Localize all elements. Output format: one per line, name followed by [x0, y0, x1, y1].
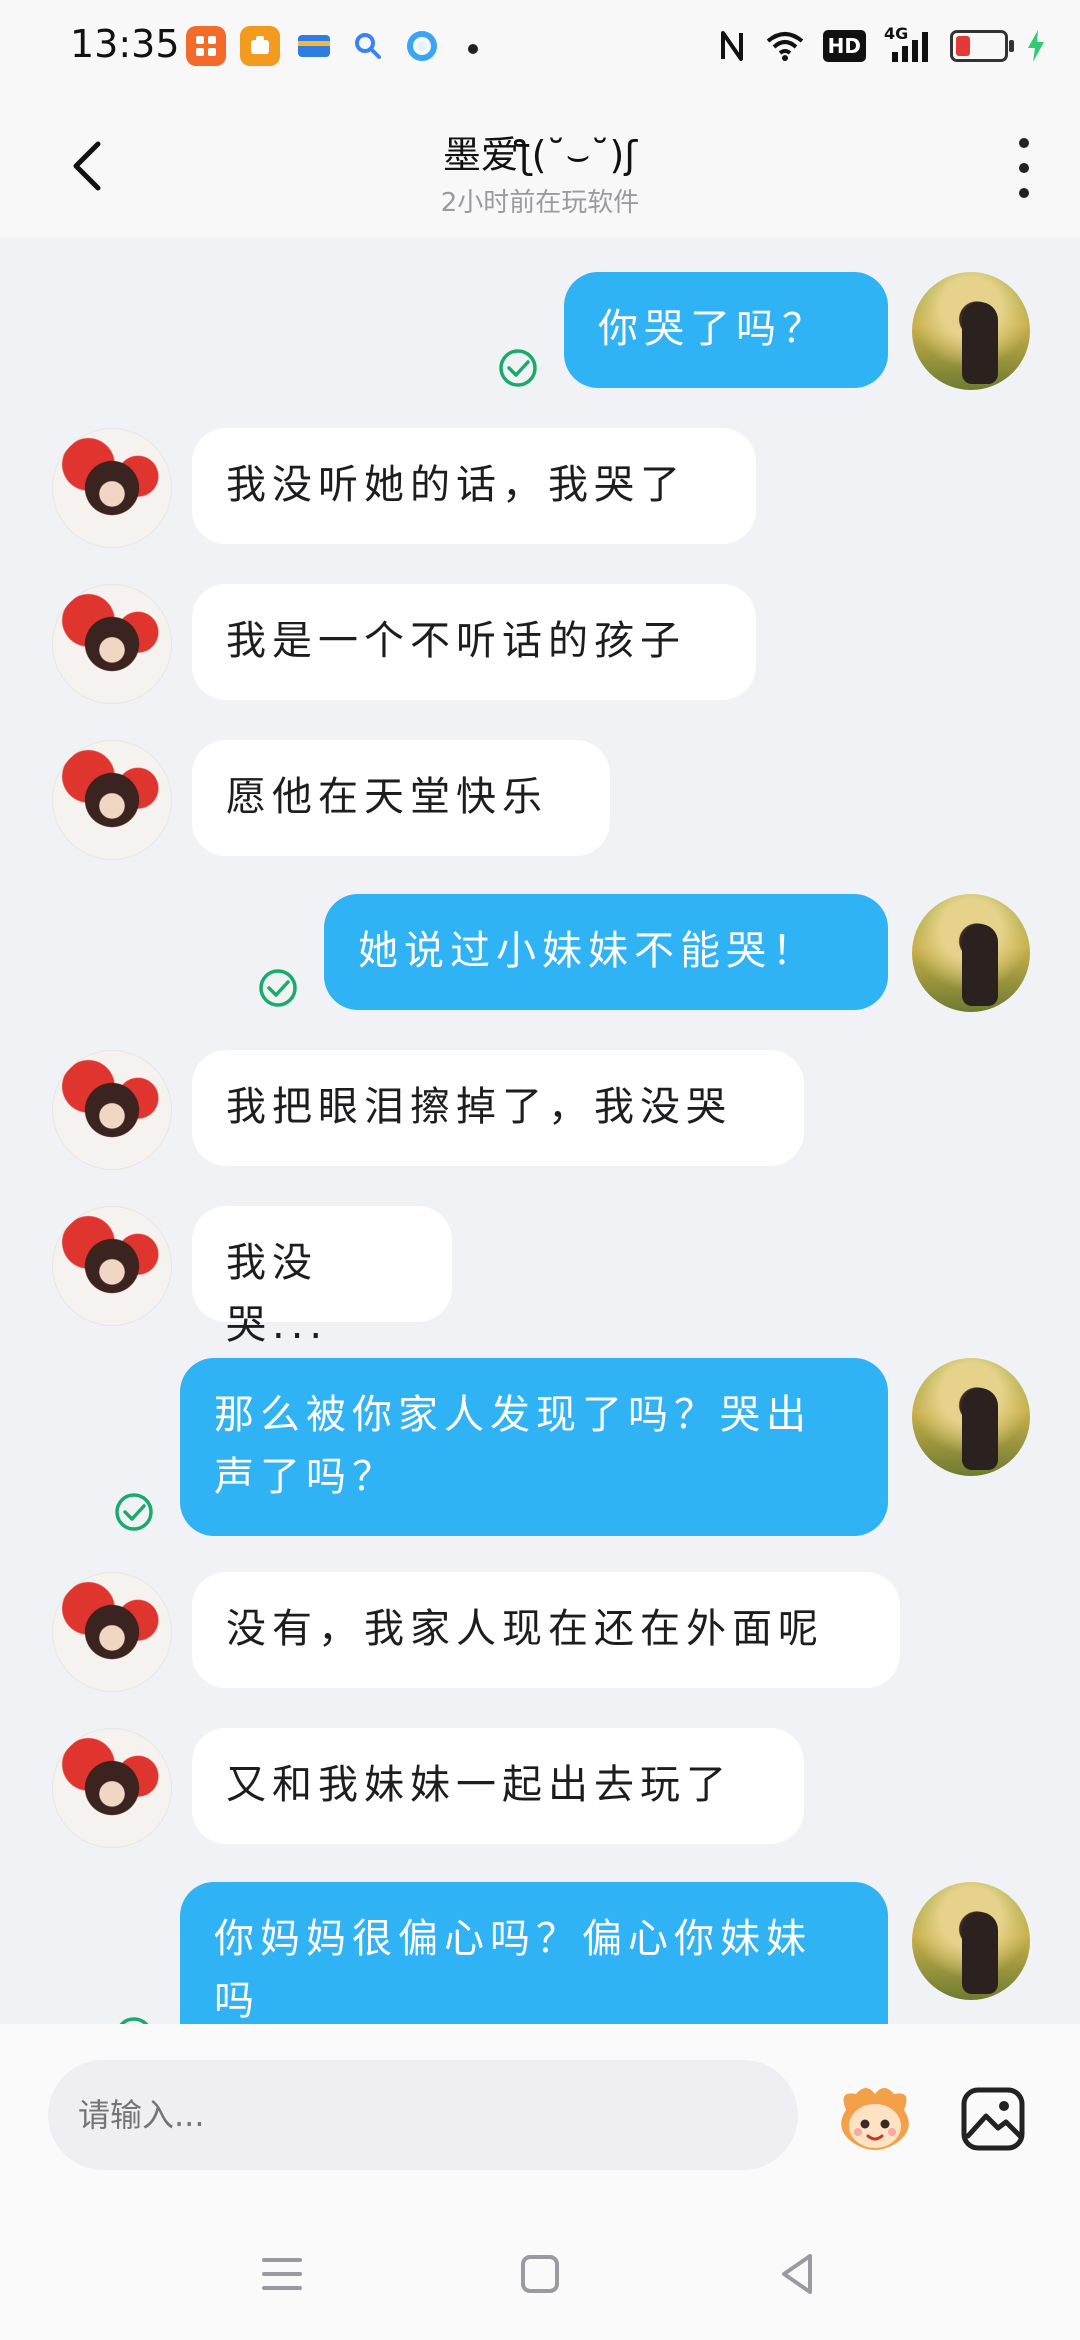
square-home-icon [521, 2255, 559, 2293]
system-navigation-bar [0, 2204, 1080, 2340]
more-dot-icon [1019, 138, 1029, 148]
hd-label: HD [822, 30, 866, 62]
nfc-icon [717, 26, 747, 66]
message-bubble-outgoing[interactable]: 你妈妈很偏心吗？偏心你妹妹吗 [180, 1882, 888, 2024]
back-nav-button[interactable] [768, 2244, 828, 2304]
triangle-back-icon [782, 2254, 812, 2294]
emoji-button[interactable] [832, 2080, 918, 2160]
message-bubble-outgoing[interactable]: 那么被你家人发现了吗？哭出声了吗？ [180, 1358, 888, 1536]
image-icon [961, 2087, 1025, 2151]
message-list[interactable]: 你哭了吗？ 我没听她的话，我哭了 我是一个不听话的孩子 愿他在天堂快乐 她说过小… [0, 238, 1080, 2024]
contact-avatar[interactable] [52, 584, 172, 704]
message-bubble-incoming[interactable]: 又和我妹妹一起出去玩了 [192, 1728, 804, 1844]
contact-avatar[interactable] [52, 740, 172, 860]
contact-avatar[interactable] [52, 1050, 172, 1170]
chat-header: 墨爱ƪ(˘⌣˘)ʃ 2小时前在玩软件 [0, 96, 1080, 238]
my-avatar[interactable] [912, 1358, 1030, 1476]
contact-avatar[interactable] [52, 428, 172, 548]
message-bubble-outgoing[interactable]: 她说过小妹妹不能哭！ [324, 894, 888, 1010]
my-avatar[interactable] [912, 894, 1030, 1012]
message-input[interactable] [48, 2060, 798, 2170]
read-check-icon [119, 2017, 149, 2024]
app-ring-icon [402, 26, 442, 66]
message-bubble-outgoing[interactable]: 你哭了吗？ [564, 272, 888, 388]
message-bubble-incoming[interactable]: 没有，我家人现在还在外面呢 [192, 1572, 900, 1688]
notification-app-icons [186, 26, 442, 66]
more-dot-icon [1019, 188, 1029, 198]
my-avatar[interactable] [912, 272, 1030, 390]
app-orange-box-icon [240, 26, 280, 66]
contact-name: 墨爱ƪ(˘⌣˘)ʃ [442, 133, 638, 177]
contact-status: 2小时前在玩软件 [440, 188, 640, 218]
menu-lines-icon [262, 2258, 302, 2290]
status-bar: 13:35 HD 4G [0, 0, 1080, 96]
mascot-emoji-icon [841, 2088, 909, 2150]
charging-icon [1026, 26, 1046, 66]
contact-avatar[interactable] [52, 1572, 172, 1692]
contact-avatar[interactable] [52, 1728, 172, 1848]
app-card-icon [294, 26, 334, 66]
message-input-bar [0, 2024, 1080, 2204]
recent-apps-button[interactable] [252, 2244, 312, 2304]
system-indicators: HD 4G [717, 24, 1046, 66]
app-search-icon [348, 26, 388, 66]
read-check-icon [259, 969, 297, 1007]
home-button[interactable] [510, 2244, 570, 2304]
message-bubble-incoming[interactable]: 我把眼泪擦掉了，我没哭 [192, 1050, 804, 1166]
message-bubble-incoming[interactable]: 我没听她的话，我哭了 [192, 428, 756, 544]
more-notifications-dot [468, 44, 478, 54]
message-bubble-incoming[interactable]: 我是一个不听话的孩子 [192, 584, 756, 700]
my-avatar[interactable] [912, 1882, 1030, 2000]
status-time: 13:35 [70, 22, 180, 66]
hd-icon: HD [822, 26, 866, 66]
more-options-button[interactable] [1010, 138, 1038, 198]
app-orange-grid-icon [186, 26, 226, 66]
read-check-icon [115, 1493, 153, 1531]
message-bubble-incoming[interactable]: 我没哭... [192, 1206, 452, 1348]
read-check-icon [499, 349, 537, 387]
image-button[interactable] [958, 2084, 1028, 2154]
battery-icon [950, 26, 1014, 66]
contact-avatar[interactable] [52, 1206, 172, 1326]
message-bubble-incoming[interactable]: 愿他在天堂快乐 [192, 740, 610, 856]
wifi-icon [765, 26, 805, 66]
more-dot-icon [1019, 163, 1029, 173]
4g-signal-icon: 4G [884, 24, 932, 66]
